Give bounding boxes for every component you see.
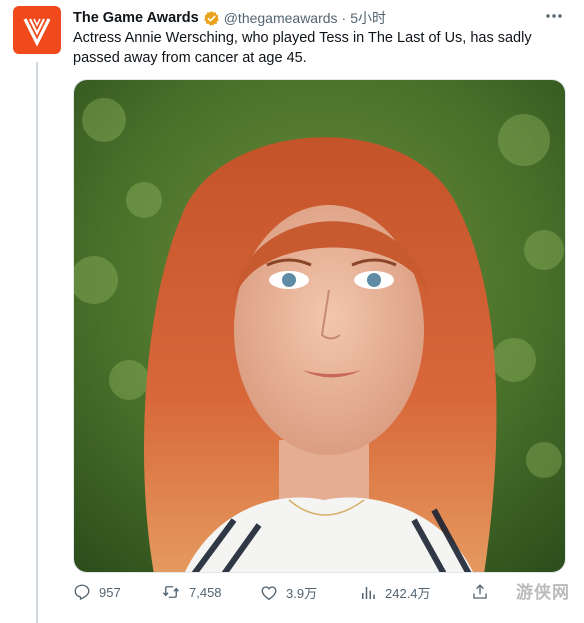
reply-icon bbox=[74, 584, 90, 600]
retweet-count: 7,458 bbox=[189, 584, 222, 600]
reply-button[interactable]: 957 bbox=[73, 583, 121, 601]
thread-line bbox=[36, 62, 38, 623]
retweet-button[interactable]: 7,458 bbox=[161, 583, 222, 601]
views-count: 242.4万 bbox=[385, 586, 431, 601]
tweet-text: Actress Annie Wersching, who played Tess… bbox=[73, 30, 532, 66]
account-name[interactable]: The Game Awards bbox=[73, 10, 199, 26]
retweet-icon bbox=[162, 586, 180, 598]
like-count: 3.9万 bbox=[286, 586, 318, 601]
like-button[interactable]: 3.9万 bbox=[260, 583, 317, 602]
views-button[interactable]: 242.4万 bbox=[359, 583, 431, 602]
game-awards-logo-icon bbox=[23, 18, 51, 47]
tweet-photo[interactable] bbox=[73, 79, 566, 573]
action-bar: 957 7,458 3.9万 242.4万 bbox=[73, 583, 573, 611]
heart-icon bbox=[261, 585, 277, 600]
tweet-header: The Game Awards @thegameawards · 5小时 bbox=[73, 8, 564, 28]
site-watermark: 游侠网 bbox=[516, 583, 570, 602]
account-handle[interactable]: @thegameawards bbox=[224, 10, 338, 26]
tweet-timestamp[interactable]: 5小时 bbox=[350, 8, 386, 28]
portrait-photo bbox=[74, 80, 565, 572]
views-chart-icon bbox=[362, 586, 375, 599]
share-icon bbox=[473, 584, 487, 599]
separator-dot: · bbox=[341, 10, 347, 26]
avatar[interactable] bbox=[13, 6, 61, 54]
share-button[interactable] bbox=[471, 583, 489, 601]
verified-badge-icon bbox=[203, 10, 220, 27]
reply-count: 957 bbox=[99, 584, 121, 600]
